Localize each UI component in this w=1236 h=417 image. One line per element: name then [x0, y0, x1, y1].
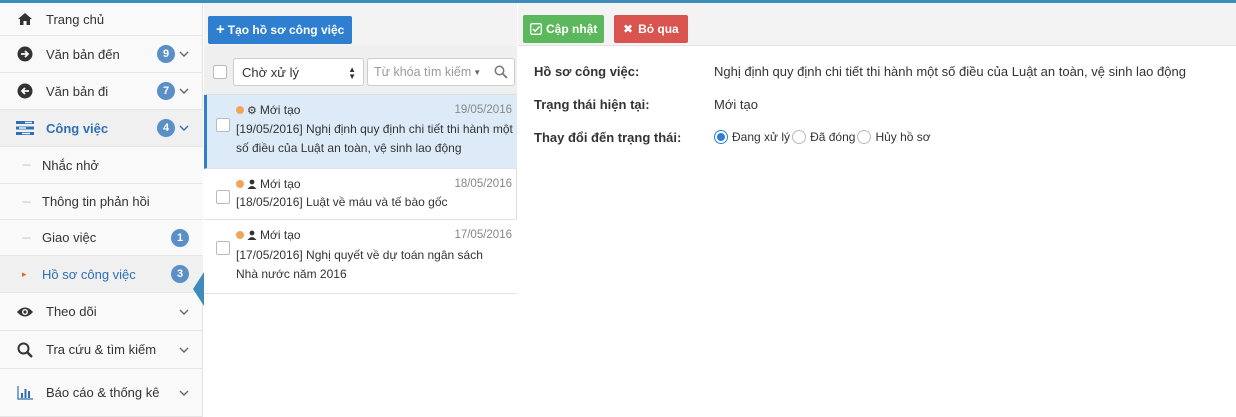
tree-line: ---	[22, 159, 31, 171]
gear-icon: ⚙	[247, 104, 257, 117]
count-badge: 7	[157, 82, 175, 100]
change-status-label: Thay đổi đến trạng thái:	[534, 130, 682, 145]
sidebar-subitem-label: Thông tin phản hồi	[42, 194, 150, 209]
chevron-down-icon[interactable]	[179, 49, 189, 59]
chevron-down-icon[interactable]	[179, 307, 189, 317]
sidebar-subitem-reminders[interactable]: --- Nhắc nhở	[0, 147, 203, 184]
sidebar-item-follow[interactable]: Theo dõi	[0, 293, 203, 331]
plus-icon: +	[216, 21, 225, 38]
count-badge: 3	[171, 265, 189, 283]
list-item[interactable]: Mới tạo 17/05/2016 [17/05/2016] Nghị quy…	[204, 220, 517, 294]
radio-processing[interactable]: Đang xử lý	[714, 130, 790, 144]
sidebar-item-tasks[interactable]: Công việc 4	[0, 110, 203, 147]
row-status: Mới tạo	[236, 228, 301, 242]
chevron-down-icon[interactable]	[179, 86, 189, 96]
cancel-button[interactable]: ✖ Bỏ qua	[614, 15, 688, 43]
tree-line: ---	[22, 231, 31, 244]
caret-right-icon: ▸	[22, 268, 27, 279]
row-status: Mới tạo	[236, 177, 301, 191]
radio-closed[interactable]: Đã đóng	[792, 130, 855, 144]
sidebar-item-incoming-documents[interactable]: Văn bản đến 9	[0, 36, 203, 73]
status-filter-select[interactable]: Chờ xử lý ▲ ▼	[233, 58, 364, 86]
update-button[interactable]: Cập nhật	[523, 15, 605, 43]
row-date: 17/05/2016	[454, 229, 512, 241]
tree-line: ---	[22, 195, 31, 208]
user-icon	[247, 179, 257, 189]
select-arrows-icon: ▲ ▼	[348, 65, 356, 81]
sidebar-item-label: Theo dõi	[46, 304, 97, 319]
list-item[interactable]: Mới tạo 18/05/2016 [18/05/2016] Luật về …	[204, 169, 517, 220]
radio-button[interactable]	[714, 130, 728, 144]
sidebar-item-label: Báo cáo & thống kê	[46, 385, 160, 400]
sidebar: Trang chủ Văn bản đến 9 Văn bản đi 7 Côn…	[0, 3, 203, 417]
detail-toolbar: Cập nhật ✖ Bỏ qua	[518, 3, 1236, 46]
status-dot	[236, 180, 244, 188]
row-title: [17/05/2016] Nghị quyết về dự toán ngân …	[236, 248, 483, 281]
detail-panel: Cập nhật ✖ Bỏ qua Hồ sơ công việc: Nghị …	[518, 3, 1236, 417]
radio-button[interactable]	[857, 130, 872, 144]
sidebar-subitem-work-profiles[interactable]: ▸ Hồ sơ công việc 3	[0, 256, 203, 293]
sidebar-item-search[interactable]: Tra cứu & tìm kiếm	[0, 331, 203, 369]
sidebar-item-label: Trang chủ	[46, 11, 105, 27]
row-date: 18/05/2016	[454, 178, 512, 190]
work-profile-list-panel: + Tạo hồ sơ công việc Chờ xử lý ▲ ▼ Từ kh…	[204, 3, 517, 417]
active-pointer-arrow	[193, 272, 204, 306]
status-dot	[236, 231, 244, 239]
row-title: [18/05/2016] Luật về máu và tế bào gốc	[236, 195, 448, 209]
sidebar-subitem-label: Nhắc nhở	[42, 157, 99, 173]
work-profile-value: Nghị định quy định chi tiết thi hành một…	[714, 64, 1186, 79]
count-badge: 1	[171, 228, 189, 247]
sidebar-item-reports[interactable]: Báo cáo & thống kê	[0, 369, 203, 417]
arrow-right-circle-icon	[16, 45, 34, 63]
radio-button[interactable]	[792, 130, 807, 144]
sidebar-subitem-feedback[interactable]: --- Thông tin phản hồi	[0, 184, 203, 220]
search-input[interactable]: Từ khóa tìm kiếm ▼	[367, 58, 515, 86]
sidebar-item-label: Văn bản đến	[46, 46, 120, 62]
arrow-left-circle-icon	[16, 82, 34, 100]
bar-chart-icon	[16, 384, 34, 402]
row-date: 19/05/2016	[454, 104, 512, 116]
sidebar-item-label: Tra cứu & tìm kiếm	[46, 342, 157, 357]
filter-bar: Chờ xử lý ▲ ▼ Từ khóa tìm kiếm ▼	[204, 46, 517, 95]
chevron-down-icon[interactable]	[179, 388, 189, 398]
sidebar-subitem-label: Giao việc	[42, 230, 97, 245]
work-profile-label: Hồ sơ công việc:	[534, 64, 640, 79]
select-all-checkbox[interactable]	[213, 65, 227, 79]
chevron-down-icon[interactable]	[179, 123, 189, 133]
list-item[interactable]: ⚙ Mới tạo 19/05/2016 [19/05/2016] Nghị đ…	[204, 95, 517, 169]
eye-icon	[16, 303, 34, 321]
chevron-down-icon[interactable]	[179, 345, 189, 355]
row-checkbox[interactable]	[216, 241, 230, 255]
status-radio-group: Đang xử lý Đã đóng Hủy hồ sơ	[714, 130, 933, 144]
sidebar-item-home[interactable]: Trang chủ	[0, 3, 203, 36]
radio-cancel-profile[interactable]: Hủy hồ sơ	[857, 130, 931, 144]
row-title: [19/05/2016] Nghị định quy định chi tiết…	[236, 122, 513, 155]
current-status-label: Trạng thái hiện tại:	[534, 97, 650, 112]
row-checkbox[interactable]	[216, 118, 230, 132]
row-checkbox[interactable]	[216, 190, 230, 204]
filter-caret-icon: ▼	[473, 67, 482, 77]
sidebar-item-label: Văn bản đi	[46, 83, 109, 99]
row-status: ⚙ Mới tạo	[236, 103, 300, 117]
sidebar-subitem-label: Hồ sơ công việc	[42, 266, 136, 282]
search-icon	[16, 341, 34, 359]
sidebar-subitem-assign-work[interactable]: --- Giao việc 1	[0, 220, 203, 256]
search-icon[interactable]	[494, 65, 508, 82]
list-empty-area	[204, 294, 517, 417]
sidebar-item-outgoing-documents[interactable]: Văn bản đi 7	[0, 73, 203, 110]
home-icon	[16, 10, 34, 28]
status-dot	[236, 106, 244, 114]
count-badge: 4	[157, 119, 175, 137]
create-work-profile-button[interactable]: + Tạo hồ sơ công việc	[208, 16, 353, 44]
check-square-icon	[530, 23, 542, 35]
tasks-icon	[16, 119, 34, 137]
user-icon	[247, 230, 257, 240]
current-status-value: Mới tạo	[714, 97, 758, 112]
close-icon: ✖	[623, 22, 634, 36]
count-badge: 9	[157, 45, 175, 63]
list-toolbar: + Tạo hồ sơ công việc	[204, 3, 517, 46]
sidebar-item-label: Công việc	[46, 120, 109, 136]
